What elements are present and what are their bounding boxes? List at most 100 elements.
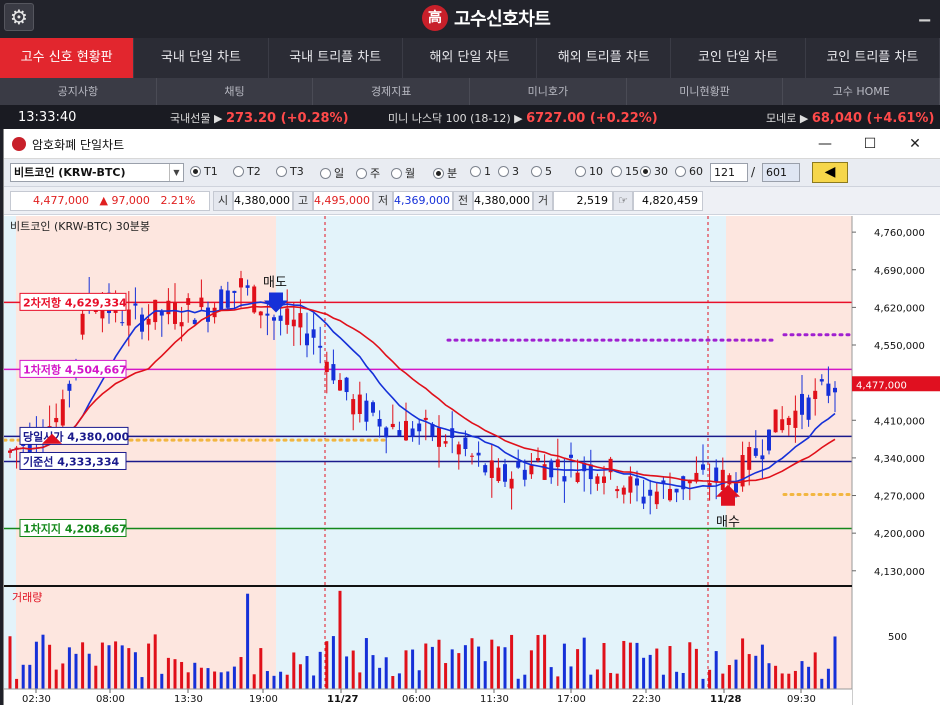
price-tick-label: 4,550,000	[874, 341, 925, 352]
price-tick-label: 4,130,000	[874, 567, 925, 578]
volume-bar	[298, 664, 302, 689]
radio-circle[interactable]	[433, 167, 444, 179]
radio-circle[interactable]	[356, 167, 367, 179]
high-value: 4,495,000	[313, 191, 373, 211]
radio-9[interactable]: 5	[531, 165, 552, 178]
candle-body	[793, 410, 798, 428]
time-tick-label: 11/28	[710, 694, 742, 705]
radio-7[interactable]: 1	[470, 165, 491, 178]
tab-signal-board[interactable]: 고수 신호 현황판	[0, 38, 135, 78]
candle-body	[819, 379, 824, 382]
volume-bar	[206, 668, 210, 689]
volume-bar	[787, 673, 791, 689]
radio-6[interactable]: 분	[433, 165, 457, 181]
radio-circle[interactable]	[190, 166, 201, 177]
tab-economic[interactable]: 경제지표	[313, 78, 471, 105]
volume-bar	[226, 671, 230, 689]
chart-area[interactable]: 2차저항 4,629,334 1차저항 4,504,667 당일시가 4,380,0…	[2, 216, 940, 705]
window-title: 암호화폐 단일차트	[32, 138, 125, 152]
candle-body	[219, 289, 224, 311]
candle-body	[456, 444, 461, 455]
radio-circle[interactable]	[640, 166, 651, 177]
sell-label: 매도	[263, 275, 287, 290]
candle-body	[483, 465, 488, 473]
candle-body	[575, 472, 580, 483]
ticker-item: 국내선물 ▶ 273.20 (+0.28%)	[170, 111, 349, 126]
candle-body	[331, 364, 336, 381]
radio-13[interactable]: 60	[675, 165, 703, 178]
radio-circle[interactable]	[498, 166, 509, 177]
tab-overseas-triple[interactable]: 해외 트리플 차트	[537, 38, 672, 78]
candle-body	[258, 311, 263, 316]
maximize-button[interactable]: ☐	[855, 133, 885, 155]
gear-icon[interactable]: ⚙	[4, 3, 34, 31]
time-tick-label: 19:00	[249, 694, 278, 705]
radio-2[interactable]: T3	[276, 165, 304, 178]
tab-notice[interactable]: 공지사항	[0, 78, 157, 105]
symbol-select[interactable]: 비트코인 (KRW-BTC) ▼	[10, 163, 184, 182]
brand: 高 고수신호차트	[422, 5, 551, 31]
candle-body	[503, 464, 507, 482]
volume-bar	[602, 643, 606, 689]
chevron-down-icon[interactable]: ▼	[169, 164, 183, 181]
price-chart[interactable]: 2차저항 4,629,334 1차저항 4,504,667 당일시가 4,380,0…	[2, 216, 940, 705]
radio-circle[interactable]	[276, 166, 287, 177]
volume-bar	[589, 674, 593, 689]
radio-11[interactable]: 15	[611, 165, 639, 178]
candle-body	[720, 469, 725, 491]
radio-10[interactable]: 10	[575, 165, 603, 178]
current-price: 4,477,000	[33, 194, 89, 207]
radio-circle[interactable]	[320, 167, 331, 179]
tab-domestic-single[interactable]: 국내 단일 차트	[134, 38, 269, 78]
close-button[interactable]: ✕	[900, 133, 930, 155]
radio-8[interactable]: 3	[498, 165, 519, 178]
level-label: 당일시가 4,380,000	[19, 426, 130, 445]
tab-mini-board[interactable]: 미니현황판	[627, 78, 784, 105]
back-button[interactable]: ◀	[812, 162, 848, 183]
radio-circle[interactable]	[233, 166, 244, 177]
radio-label: 1	[484, 165, 491, 178]
volume-bar	[67, 647, 71, 689]
tab-coin-triple[interactable]: 코인 트리플 차트	[806, 38, 940, 78]
radio-4[interactable]: 주	[356, 165, 380, 181]
volume-bar	[516, 678, 520, 689]
radio-3[interactable]: 일	[320, 165, 344, 181]
volume-bar	[595, 669, 599, 689]
volume-bar	[107, 645, 111, 689]
tab-mini-quote[interactable]: 미니호가	[470, 78, 627, 105]
volume-bar	[384, 657, 388, 689]
open-value: 4,380,000	[233, 191, 293, 211]
price-tick-label: 4,410,000	[874, 416, 925, 427]
tab-chat[interactable]: 채팅	[157, 78, 314, 105]
volume-label: 거	[533, 191, 553, 211]
candle-body	[199, 297, 204, 308]
radio-circle[interactable]	[391, 167, 402, 179]
radio-circle[interactable]	[611, 166, 622, 177]
radio-circle[interactable]	[575, 166, 586, 177]
volume-bar	[87, 653, 91, 689]
radio-5[interactable]: 월	[391, 165, 415, 181]
tab-home[interactable]: 고수 HOME	[783, 78, 940, 105]
minimize-icon[interactable]: ▁	[919, 6, 930, 22]
volume-bar	[199, 667, 203, 689]
count-input[interactable]: 121	[710, 163, 748, 182]
minimize-button[interactable]: —	[810, 133, 840, 155]
candle-body	[173, 302, 177, 324]
radio-0[interactable]: T1	[190, 165, 218, 178]
candle-body	[509, 478, 514, 489]
radio-circle[interactable]	[675, 166, 686, 177]
candle-body	[516, 461, 521, 468]
radio-circle[interactable]	[531, 166, 542, 177]
candle-body	[747, 447, 752, 470]
radio-12[interactable]: 30	[640, 165, 668, 178]
current-price-box: 4,477,000 ▲ 97,000 2.21%	[10, 191, 210, 211]
volume-bar	[114, 641, 118, 689]
volume-bar	[279, 671, 283, 689]
candle-body	[54, 417, 59, 423]
radio-1[interactable]: T2	[233, 165, 261, 178]
tab-overseas-single[interactable]: 해외 단일 차트	[403, 38, 538, 78]
radio-circle[interactable]	[470, 166, 481, 177]
tab-domestic-triple[interactable]: 국내 트리플 차트	[269, 38, 403, 78]
tab-coin-single[interactable]: 코인 단일 차트	[671, 38, 806, 78]
volume-bar	[642, 657, 646, 689]
